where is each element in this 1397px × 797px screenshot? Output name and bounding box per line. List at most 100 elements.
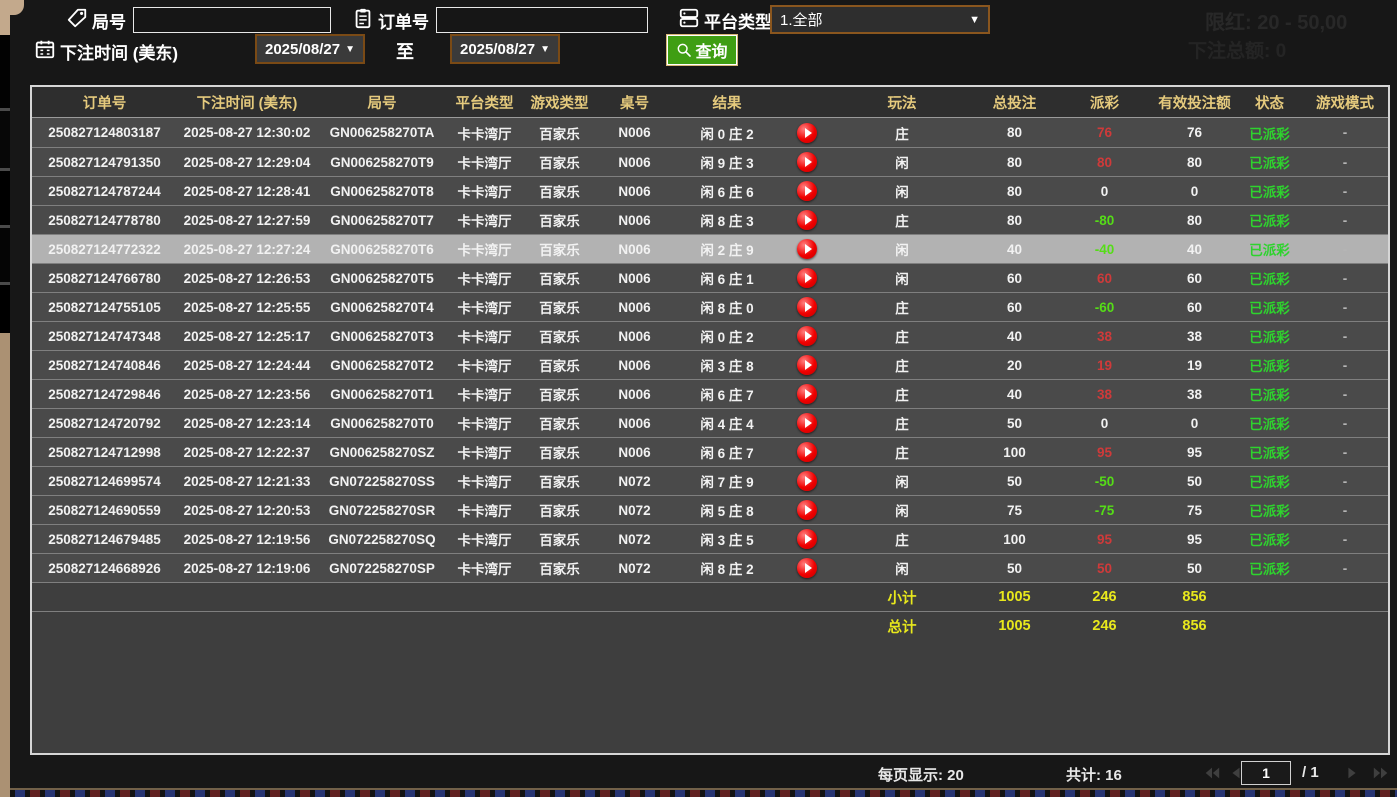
play-video-button[interactable]	[782, 351, 832, 379]
order-number-input[interactable]	[436, 7, 648, 33]
play-video-icon[interactable]	[797, 152, 817, 172]
cell-empty	[672, 583, 782, 611]
cell-round: GN072258270SP	[317, 554, 447, 582]
play-video-button[interactable]	[782, 467, 832, 495]
play-video-icon[interactable]	[797, 413, 817, 433]
play-video-icon[interactable]	[797, 239, 817, 259]
cell-total: 40	[972, 322, 1057, 350]
play-video-button[interactable]	[782, 496, 832, 524]
last-page-button[interactable]	[1372, 765, 1390, 781]
round-number-input[interactable]	[133, 7, 331, 33]
cell-bet: 庄	[832, 525, 972, 553]
table-row[interactable]: 2508271247408462025-08-27 12:24:44GN0062…	[32, 350, 1388, 379]
cell-order: 250827124787244	[32, 177, 177, 205]
play-video-button[interactable]	[782, 322, 832, 350]
cell-table_no: N006	[597, 322, 672, 350]
play-video-icon[interactable]	[797, 181, 817, 201]
table-row[interactable]: 2508271248031872025-08-27 12:30:02GN0062…	[32, 118, 1388, 147]
play-video-icon[interactable]	[797, 471, 817, 491]
cell-payout: 80	[1057, 148, 1152, 176]
play-video-button[interactable]	[782, 235, 832, 263]
play-video-icon[interactable]	[797, 558, 817, 578]
cell-game: 百家乐	[522, 264, 597, 292]
table-row[interactable]: 2508271247298462025-08-27 12:23:56GN0062…	[32, 379, 1388, 408]
table-row[interactable]: 2508271247551052025-08-27 12:25:55GN0062…	[32, 292, 1388, 321]
table-row[interactable]: 2508271247872442025-08-27 12:28:41GN0062…	[32, 176, 1388, 205]
order-number-label: 订单号	[378, 8, 429, 33]
play-video-icon[interactable]	[797, 442, 817, 462]
round-number-label: 局号	[92, 8, 126, 33]
date-to-picker[interactable]: 2025/08/27 ▼	[450, 34, 560, 64]
play-video-icon[interactable]	[797, 123, 817, 143]
cell-bet: 庄	[832, 409, 972, 437]
cell-result: 闲 4 庄 4	[672, 409, 782, 437]
table-row[interactable]: 2508271246995742025-08-27 12:21:33GN0722…	[32, 466, 1388, 495]
cell-round: GN006258270SZ	[317, 438, 447, 466]
play-video-icon[interactable]	[797, 529, 817, 549]
play-video-button[interactable]	[782, 438, 832, 466]
play-video-icon[interactable]	[797, 500, 817, 520]
play-video-icon[interactable]	[797, 384, 817, 404]
cell-result: 闲 2 庄 9	[672, 235, 782, 263]
cell-game: 百家乐	[522, 322, 597, 350]
play-video-button[interactable]	[782, 177, 832, 205]
play-video-icon[interactable]	[797, 268, 817, 288]
cell-game: 百家乐	[522, 409, 597, 437]
cell-status: 已派彩	[1237, 554, 1302, 582]
play-video-icon[interactable]	[797, 326, 817, 346]
table-row[interactable]: 2508271246689262025-08-27 12:19:06GN0722…	[32, 553, 1388, 582]
cell-platform: 卡卡湾厅	[447, 148, 522, 176]
cell-platform: 卡卡湾厅	[447, 496, 522, 524]
first-page-button[interactable]	[1203, 765, 1221, 781]
play-video-button[interactable]	[782, 380, 832, 408]
play-video-button[interactable]	[782, 409, 832, 437]
play-video-button[interactable]	[782, 293, 832, 321]
cell-status: 已派彩	[1237, 177, 1302, 205]
play-video-button[interactable]	[782, 264, 832, 292]
table-row[interactable]: 2508271247667802025-08-27 12:26:53GN0062…	[32, 263, 1388, 292]
cell-total: 80	[972, 206, 1057, 234]
cell-time: 2025-08-27 12:23:14	[177, 409, 317, 437]
play-video-button[interactable]	[782, 554, 832, 582]
table-row[interactable]: 2508271247723222025-08-27 12:27:24GN0062…	[32, 234, 1388, 263]
cell-status: 已派彩	[1237, 380, 1302, 408]
cell-table_no: N006	[597, 380, 672, 408]
cell-bet: 闲	[832, 148, 972, 176]
page-number-input[interactable]	[1241, 761, 1291, 785]
next-page-button[interactable]	[1343, 765, 1361, 781]
cell-status: 已派彩	[1237, 264, 1302, 292]
header-total: 总投注	[972, 87, 1057, 117]
table-row[interactable]: 2508271246905592025-08-27 12:20:53GN0722…	[32, 495, 1388, 524]
cell-empty	[1237, 583, 1302, 611]
table-row[interactable]: 2508271246794852025-08-27 12:19:56GN0722…	[32, 524, 1388, 553]
table-row[interactable]: 2508271247473482025-08-27 12:25:17GN0062…	[32, 321, 1388, 350]
platform-type-select[interactable]: 1.全部 ▼	[770, 5, 990, 34]
header-valid: 有效投注额	[1152, 87, 1237, 117]
cell-mode: -	[1302, 496, 1388, 524]
cell-time: 2025-08-27 12:25:17	[177, 322, 317, 350]
search-button[interactable]: 查询	[666, 34, 738, 66]
background-edge-strip	[0, 0, 10, 797]
cell-order: 250827124766780	[32, 264, 177, 292]
table-row[interactable]: 2508271247129982025-08-27 12:22:37GN0062…	[32, 437, 1388, 466]
table-row[interactable]: 2508271247207922025-08-27 12:23:14GN0062…	[32, 408, 1388, 437]
cell-bet: 闲	[832, 467, 972, 495]
cell-time: 2025-08-27 12:27:59	[177, 206, 317, 234]
header-round: 局号	[317, 87, 447, 117]
cell-bet: 庄	[832, 293, 972, 321]
play-video-icon[interactable]	[797, 297, 817, 317]
play-video-button[interactable]	[782, 118, 832, 147]
play-video-icon[interactable]	[797, 210, 817, 230]
play-video-icon[interactable]	[797, 355, 817, 375]
cell-payout: -50	[1057, 467, 1152, 495]
play-video-button[interactable]	[782, 206, 832, 234]
date-from-picker[interactable]: 2025/08/27 ▼	[255, 34, 365, 64]
play-video-button[interactable]	[782, 148, 832, 176]
play-video-button[interactable]	[782, 525, 832, 553]
cell-total: 50	[972, 554, 1057, 582]
cell-time: 2025-08-27 12:19:06	[177, 554, 317, 582]
table-row[interactable]: 2508271247913502025-08-27 12:29:04GN0062…	[32, 147, 1388, 176]
pagination-bar: 每页显示: 20 共计: 16 / 1	[0, 758, 1397, 788]
table-row[interactable]: 2508271247787802025-08-27 12:27:59GN0062…	[32, 205, 1388, 234]
cell-bet: 庄	[832, 438, 972, 466]
